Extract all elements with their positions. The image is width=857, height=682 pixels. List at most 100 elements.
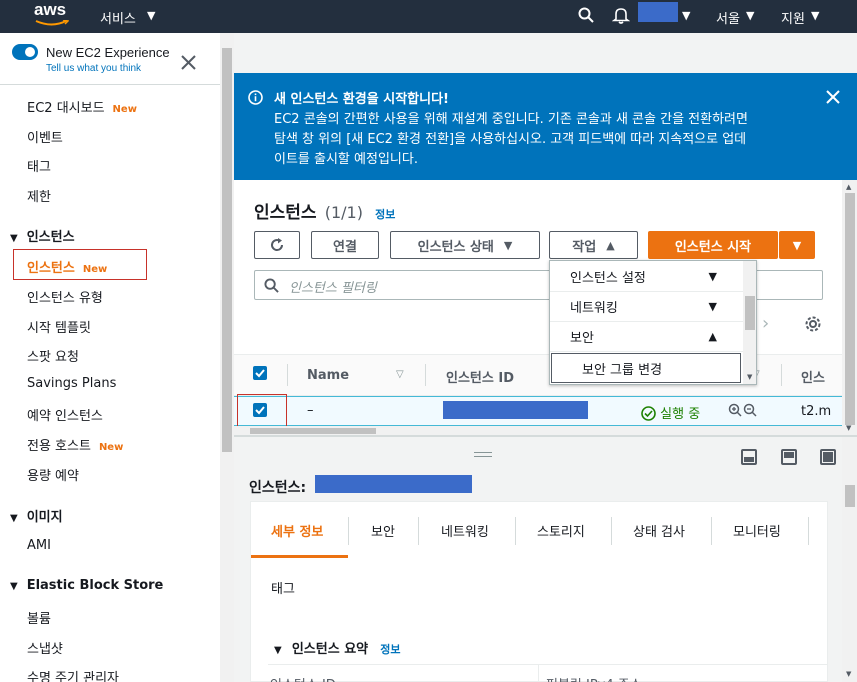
new-badge: New: [112, 104, 137, 115]
tab-divider: [808, 517, 809, 545]
tab-security[interactable]: 보안: [371, 521, 395, 541]
main-scrollbar-thumb[interactable]: [845, 193, 855, 425]
details-scrollbar-thumb[interactable]: [845, 485, 855, 507]
sidebar-item-launch-templates[interactable]: 시작 템플릿: [27, 317, 91, 336]
sidebar-item-savings-plans[interactable]: Savings Plans: [27, 376, 116, 391]
select-all-checkbox[interactable]: [253, 366, 267, 380]
sidebar-item-dedicated-hosts[interactable]: 전용 호스트 New: [27, 435, 123, 454]
sidebar-item-limits[interactable]: 제한: [27, 186, 51, 205]
table-h-scrollbar-thumb[interactable]: [250, 428, 376, 434]
sidebar-item-ami[interactable]: AMI: [27, 538, 51, 553]
sidebar-item-spot-requests[interactable]: 스팟 요청: [27, 346, 79, 365]
sort-icon[interactable]: ▽: [396, 369, 404, 380]
tab-monitoring[interactable]: 모니터링: [733, 521, 781, 541]
col-divider: [425, 364, 426, 386]
check-circle-icon: [641, 406, 656, 421]
sidebar-item-volumes[interactable]: 볼륨: [27, 608, 51, 627]
sidebar-item-reserved-instances[interactable]: 예약 인스턴스: [27, 405, 103, 424]
dropdown-scrollbar-thumb[interactable]: [745, 296, 755, 330]
tab-details[interactable]: 세부 정보: [271, 521, 323, 541]
toggle-knob: [25, 47, 35, 57]
tab-networking[interactable]: 네트워킹: [441, 521, 489, 541]
actions-button[interactable]: 작업 ▲: [549, 231, 638, 259]
col-divider: [287, 364, 288, 386]
caret-down-icon: ▼: [274, 645, 282, 656]
row-checkbox[interactable]: [253, 403, 267, 417]
settings-gear-icon[interactable]: [804, 315, 822, 333]
layout-side-icon[interactable]: [781, 449, 797, 465]
sidebar-item-snapshots[interactable]: 스냅샷: [27, 638, 63, 657]
sidebar-section-instances[interactable]: ▼ 인스턴스: [10, 226, 75, 245]
connect-button[interactable]: 연결: [311, 231, 379, 259]
tab-storage[interactable]: 스토리지: [537, 521, 585, 541]
instances-heading: 인스턴스 (1/1) 정보: [254, 203, 396, 223]
tab-status-checks[interactable]: 상태 검사: [633, 521, 685, 541]
info-icon: [248, 90, 263, 105]
sidebar-section-images[interactable]: ▼ 이미지: [10, 506, 63, 525]
menu-item-networking[interactable]: 네트워킹 ▼: [550, 292, 743, 322]
next-page-icon[interactable]: ›: [762, 313, 769, 334]
sidebar-scrollbar-thumb[interactable]: [222, 48, 232, 452]
summary-col-divider: [538, 664, 539, 682]
bell-icon[interactable]: [612, 6, 630, 24]
flash-title: 새 인스턴스 환경을 시작합니다!: [274, 92, 449, 107]
close-icon[interactable]: [181, 55, 196, 70]
split-divider[interactable]: [234, 435, 857, 437]
zoom-icons[interactable]: [728, 403, 758, 422]
sidebar-item-lifecycle-manager[interactable]: 수명 주기 관리자: [27, 667, 119, 682]
tab-divider: [515, 517, 516, 545]
search-icon[interactable]: [578, 7, 594, 23]
services-menu[interactable]: 서비스 ▼: [100, 0, 170, 33]
launch-instance-button[interactable]: 인스턴스 시작: [648, 231, 778, 259]
col-header-type[interactable]: 인스: [801, 367, 825, 386]
menu-item-security[interactable]: 보안 ▲: [550, 322, 743, 352]
menu-item-change-security-groups[interactable]: 보안 그룹 변경: [551, 353, 741, 383]
row-name: –: [307, 403, 314, 418]
account-caret-icon[interactable]: ▼: [682, 9, 690, 22]
caret-down-icon: ▼: [708, 300, 717, 313]
caret-down-icon: ▼: [147, 9, 156, 22]
launch-dropdown-button[interactable]: ▼: [779, 231, 815, 259]
layout-bottom-icon[interactable]: [741, 449, 757, 465]
tab-tags[interactable]: 태그: [271, 578, 295, 598]
sidebar-item-tags[interactable]: 태그: [27, 156, 51, 175]
feedback-link[interactable]: Tell us what you think: [46, 63, 141, 74]
divider: [0, 84, 220, 85]
close-icon[interactable]: [826, 90, 840, 104]
aws-logo[interactable]: aws: [32, 0, 72, 28]
new-experience-toggle[interactable]: [12, 44, 38, 60]
info-link[interactable]: 정보: [380, 643, 400, 656]
search-icon: [264, 278, 279, 293]
col-header-instance-id[interactable]: 인스턴스 ID: [446, 367, 514, 386]
instance-id-redacted[interactable]: [443, 401, 588, 419]
refresh-button[interactable]: [254, 231, 300, 259]
sidebar-item-capacity-reservations[interactable]: 용량 예약: [27, 465, 79, 484]
layout-full-icon[interactable]: [820, 449, 836, 465]
scroll-down-icon[interactable]: ▼: [846, 670, 851, 678]
account-name-redacted[interactable]: [638, 2, 678, 22]
scroll-down-icon[interactable]: ▼: [747, 373, 752, 381]
col-header-name[interactable]: Name: [307, 368, 349, 383]
sidebar-item-ec2-dashboard[interactable]: EC2 대시보드 New: [27, 97, 137, 116]
field-label-public-ipv4: 퍼블릭 IPv4 주소: [546, 674, 642, 682]
caret-down-icon: ▼: [746, 9, 755, 22]
instance-state-button[interactable]: 인스턴스 상태 ▼: [390, 231, 540, 259]
summary-section-header[interactable]: ▼ 인스턴스 요약 정보: [274, 638, 401, 657]
top-nav: aws 서비스 ▼ ▼ 서울 ▼ 지원 ▼: [0, 0, 857, 33]
caret-down-icon: ▼: [792, 238, 802, 252]
scroll-down-icon[interactable]: ▼: [846, 424, 851, 432]
region-menu[interactable]: 서울 ▼: [716, 0, 766, 33]
sidebar-item-instances[interactable]: 인스턴스 New: [27, 257, 107, 276]
caret-down-icon: ▼: [708, 270, 717, 283]
col-divider: [781, 364, 782, 386]
support-menu[interactable]: 지원 ▼: [781, 0, 831, 33]
info-link[interactable]: 정보: [375, 208, 395, 221]
drag-handle-icon[interactable]: [474, 452, 492, 457]
sidebar-item-instance-types[interactable]: 인스턴스 유형: [27, 287, 103, 306]
sidebar-section-ebs[interactable]: ▼ Elastic Block Store: [10, 578, 163, 593]
sidebar: New EC2 Experience Tell us what you thin…: [0, 33, 234, 682]
menu-item-instance-settings[interactable]: 인스턴스 설정 ▼: [550, 262, 743, 292]
scroll-up-icon[interactable]: ▲: [846, 183, 851, 191]
sidebar-item-events[interactable]: 이벤트: [27, 127, 63, 146]
refresh-icon: [271, 238, 284, 251]
